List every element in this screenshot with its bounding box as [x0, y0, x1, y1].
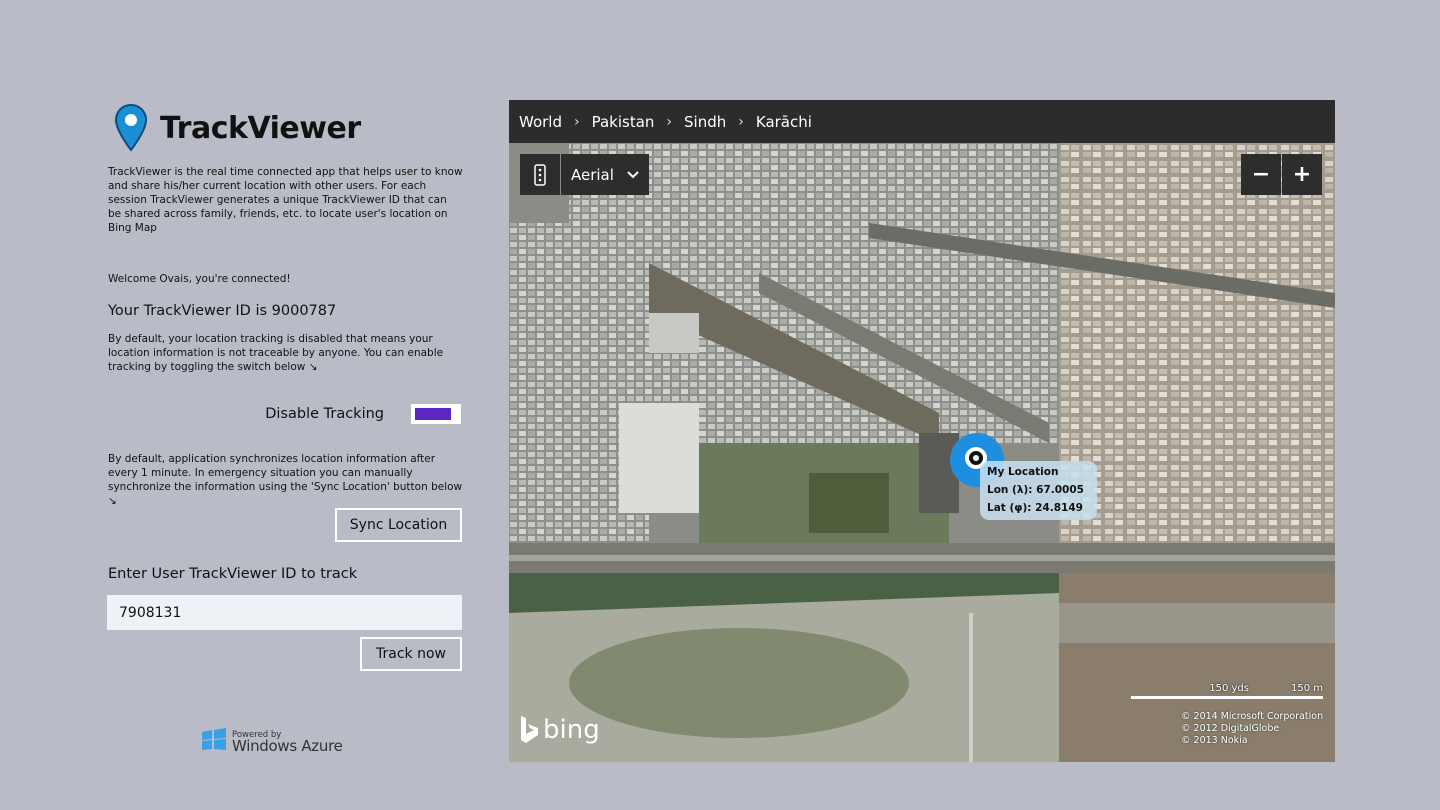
bing-wordmark: bing [543, 715, 600, 745]
chevron-right-icon: › [738, 113, 744, 130]
sync-location-button[interactable]: Sync Location [335, 508, 462, 542]
azure-brand-text: Windows Azure [232, 737, 343, 755]
map-navigation-toggle[interactable] [520, 154, 560, 195]
map-pin-icon [114, 104, 148, 152]
tracking-toggle-row: Disable Tracking [108, 403, 461, 427]
windows-azure-logo: Powered by Windows Azure [200, 728, 343, 755]
breadcrumb-world[interactable]: World [519, 113, 562, 131]
infobox-longitude: Lon (λ): 67.0005 [987, 484, 1084, 496]
chevron-right-icon: › [574, 113, 580, 130]
navigation-bar-icon [534, 163, 546, 186]
tracking-note: By default, your location tracking is di… [108, 333, 444, 373]
breadcrumb-pakistan[interactable]: Pakistan [592, 113, 655, 131]
app-title: TrackViewer [160, 110, 361, 146]
app-brand: TrackViewer [114, 102, 361, 154]
map-type-label: Aerial [571, 165, 614, 184]
zoom-in-button[interactable]: + [1282, 154, 1322, 195]
trackviewer-id-heading: Your TrackViewer ID is 9000787 [108, 303, 337, 319]
bing-map[interactable]: World › Pakistan › Sindh › Karāchi Aeria… [509, 100, 1335, 762]
chevron-right-icon: › [666, 113, 673, 130]
sync-note: By default, application synchronizes loc… [108, 453, 463, 507]
infobox-title: My Location [987, 466, 1059, 478]
zoom-out-button[interactable]: − [1241, 154, 1281, 195]
tracking-toggle-label: Disable Tracking [265, 406, 384, 422]
breadcrumb-karachi[interactable]: Karāchi [756, 113, 812, 131]
infobox-latitude: Lat (φ): 24.8149 [987, 502, 1083, 514]
scale-meters: 150 m [1290, 683, 1323, 694]
track-id-input[interactable] [107, 595, 462, 630]
map-copyright: © 2014 Microsoft Corporation © 2012 Digi… [1181, 711, 1323, 747]
map-type-dropdown[interactable]: Aerial [561, 154, 649, 195]
scale-line [1131, 696, 1323, 699]
bing-b-icon [521, 716, 538, 743]
map-scale-bar: 150 yds 150 m [1131, 683, 1323, 699]
toggle-fill [415, 408, 451, 420]
location-dot-core [973, 455, 979, 461]
location-infobox: My Location Lon (λ): 67.0005 Lat (φ): 24… [980, 461, 1097, 520]
breadcrumb-sindh[interactable]: Sindh [684, 113, 726, 131]
track-now-button[interactable]: Track now [360, 637, 462, 671]
copyright-line: © 2014 Microsoft Corporation [1181, 711, 1324, 722]
welcome-text: Welcome Ovais, you're connected! [108, 273, 291, 285]
chevron-down-icon [627, 170, 639, 178]
aerial-imagery [509, 143, 1335, 762]
tracking-toggle-switch[interactable] [411, 404, 461, 424]
windows-flag-icon [202, 728, 226, 750]
scale-yards: 150 yds [1209, 683, 1249, 694]
copyright-line: © 2012 DigitalGlobe [1181, 723, 1280, 734]
copyright-line: © 2013 Nokia [1181, 735, 1248, 746]
track-id-label: Enter User TrackViewer ID to track [108, 566, 358, 582]
bing-logo: bing [519, 715, 600, 745]
app-description: TrackViewer is the real time connected a… [108, 166, 463, 234]
map-breadcrumb: World › Pakistan › Sindh › Karāchi [509, 100, 1335, 143]
